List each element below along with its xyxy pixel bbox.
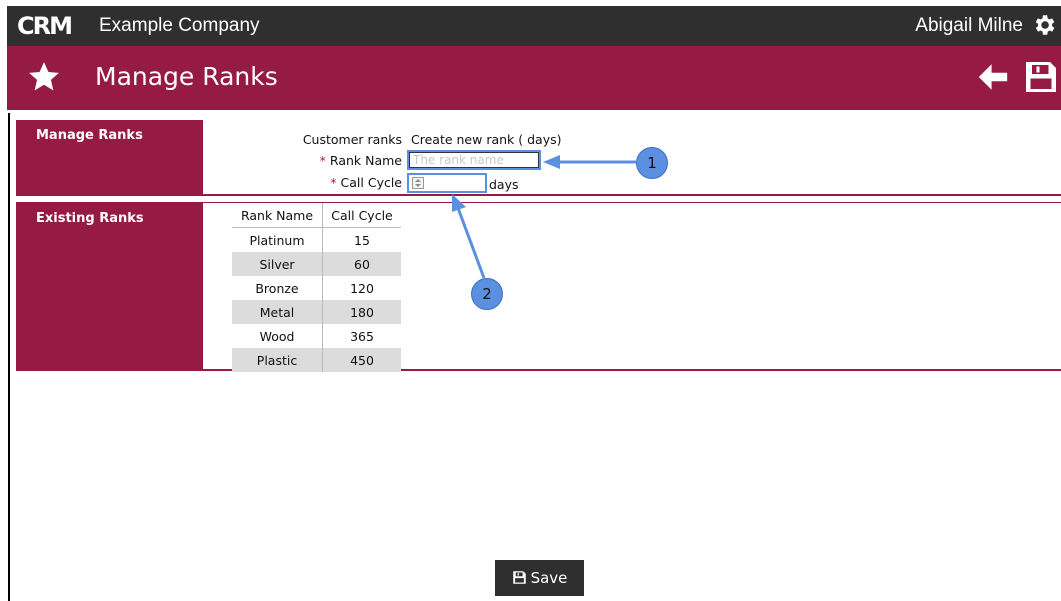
table-row[interactable]: Silver 60: [232, 252, 401, 276]
call-cycle-cell: 120: [350, 280, 374, 296]
call-cycle-input[interactable]: [407, 173, 487, 193]
table-row[interactable]: Platinum 15: [232, 227, 401, 252]
title-bar: Manage Ranks: [7, 46, 1061, 113]
save-button-label: Save: [530, 569, 568, 587]
table-row[interactable]: Bronze 120: [232, 276, 401, 300]
call-cycle-label: * Call Cycle: [330, 175, 402, 190]
user-name[interactable]: Abigail Milne: [915, 6, 1023, 46]
save-icon: [512, 571, 526, 584]
required-marker: *: [330, 175, 337, 190]
call-cycle-cell: 180: [322, 300, 401, 324]
callout-marker-1: 1: [636, 147, 668, 179]
rank-name-label: * Rank Name: [319, 153, 402, 168]
gear-icon[interactable]: [1031, 12, 1057, 38]
customer-ranks-label: Customer ranks: [302, 132, 402, 147]
existing-ranks-section: Existing Ranks: [16, 202, 1061, 371]
rank-name-cell: Bronze: [232, 276, 323, 300]
page-title: Manage Ranks: [95, 62, 278, 91]
rank-name-cell: Wood: [232, 324, 323, 348]
company-name: Example Company: [99, 15, 260, 36]
call-cycle-cell: 365: [350, 328, 374, 344]
required-marker: *: [319, 153, 326, 168]
column-header-rank-name: Rank Name: [232, 203, 323, 228]
column-header-call-cycle: Call Cycle: [322, 203, 401, 228]
section-header: Manage Ranks: [16, 120, 203, 194]
callout-marker-2: 2: [471, 278, 503, 310]
rank-name-cell: Platinum: [232, 227, 323, 252]
save-button[interactable]: Save: [495, 560, 584, 596]
table-row[interactable]: Plastic 450: [232, 348, 401, 372]
call-cycle-unit: days: [489, 177, 519, 192]
rank-name-cell: Silver: [232, 252, 323, 276]
section-header: Existing Ranks: [16, 203, 203, 369]
call-cycle-cell: 60: [322, 252, 401, 276]
call-cycle-cell: 15: [354, 232, 370, 248]
table-row[interactable]: Metal 180: [232, 300, 401, 324]
save-icon[interactable]: [1023, 58, 1059, 96]
rank-name-input[interactable]: [407, 150, 541, 170]
back-arrow-icon[interactable]: [975, 60, 1011, 94]
star-icon: [29, 62, 59, 91]
section-label: Existing Ranks: [36, 211, 144, 226]
rank-name-cell: Plastic: [232, 348, 323, 372]
call-cycle-cell: 450: [322, 348, 401, 372]
ranks-table: Rank Name Call Cycle Platinum 15 Silver …: [232, 203, 401, 372]
top-bar: CRM Example Company Abigail Milne: [7, 6, 1061, 46]
spinner-icon[interactable]: [412, 177, 424, 189]
customer-ranks-value: Create new rank ( days): [411, 132, 562, 147]
rank-name-cell: Metal: [232, 300, 323, 324]
table-row[interactable]: Wood 365: [232, 324, 401, 348]
crm-logo: CRM: [17, 12, 73, 40]
section-label: Manage Ranks: [36, 128, 143, 143]
